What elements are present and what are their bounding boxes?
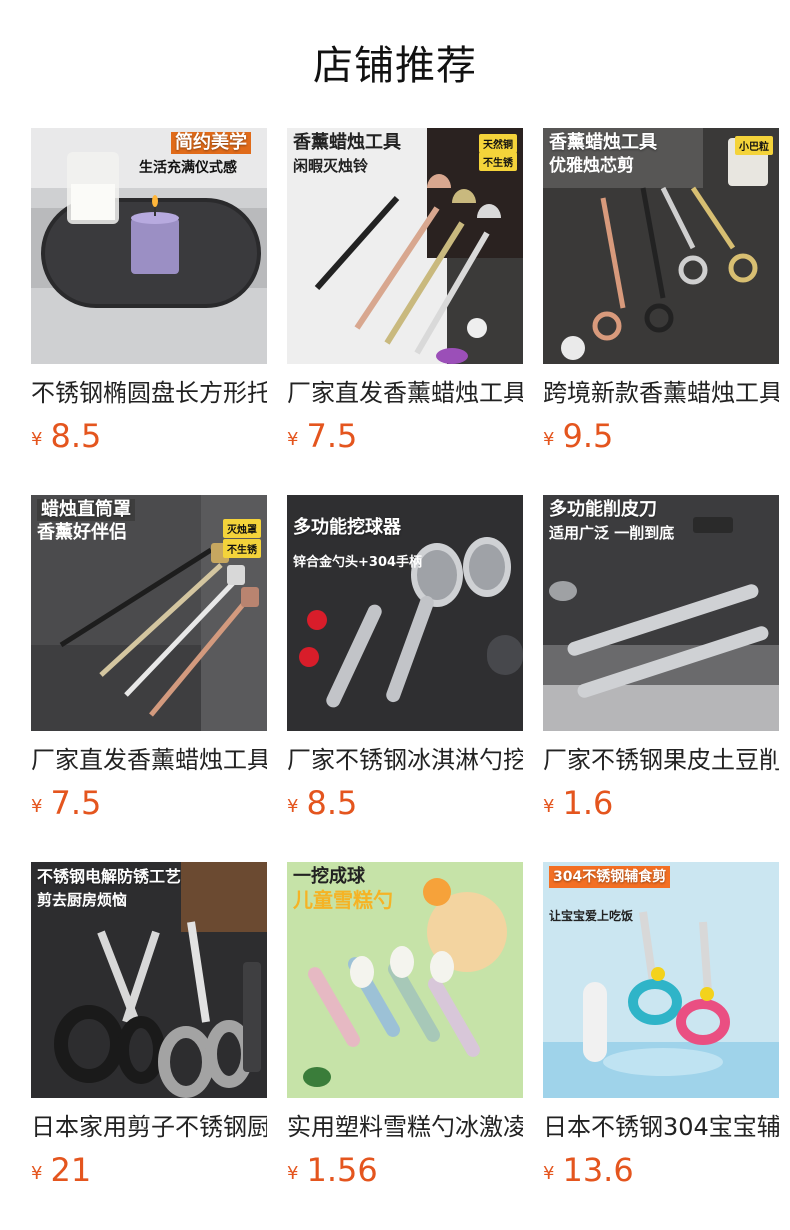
image-tag: 天然铜 <box>479 134 517 153</box>
product-image[interactable]: 多功能削皮刀 适用广泛 一削到底 <box>543 495 779 731</box>
image-banner-text: 一挖成球 <box>293 866 365 887</box>
product-name[interactable]: 厂家不锈钢果皮土豆削皮刀 <box>543 743 779 777</box>
product-name[interactable]: 日本不锈钢304宝宝辅食剪 <box>543 1110 779 1144</box>
product-name[interactable]: 厂家直发香薰蜡烛工具灭烛铃 <box>287 376 523 410</box>
image-tag: 不生锈 <box>479 152 517 171</box>
image-subtitle-text: 锌合金勺头+304手柄 <box>293 555 423 570</box>
image-banner-text: 多功能削皮刀 <box>549 499 657 520</box>
product-card[interactable]: 香薰蜡烛工具 闲暇灭烛铃 天然铜 不生锈 厂家直发香薰蜡烛工具灭烛铃 ¥7.5 <box>287 128 523 495</box>
product-card[interactable]: 简约美学 生活充满仪式感 不锈钢椭圆盘长方形托盘 ¥8.5 <box>31 128 267 495</box>
currency-symbol: ¥ <box>287 1163 299 1184</box>
image-banner-text: 香薰蜡烛工具 <box>549 132 657 153</box>
product-price: ¥9.5 <box>543 416 779 456</box>
price-value: 21 <box>50 1151 92 1189</box>
price-value: 7.5 <box>306 417 358 455</box>
image-banner-text: 香薰蜡烛工具 <box>293 132 401 153</box>
currency-symbol: ¥ <box>31 429 43 450</box>
price-value: 13.6 <box>562 1151 634 1189</box>
product-image[interactable]: 蜡烛直筒罩 香薰好伴侣 灭烛罩 不生锈 <box>31 495 267 731</box>
product-image[interactable]: 香薰蜡烛工具 闲暇灭烛铃 天然铜 不生锈 <box>287 128 523 364</box>
product-grid: 简约美学 生活充满仪式感 不锈钢椭圆盘长方形托盘 ¥8.5 <box>31 128 779 1229</box>
currency-symbol: ¥ <box>543 1163 555 1184</box>
product-image[interactable]: 简约美学 生活充满仪式感 <box>31 128 267 364</box>
image-banner-text: 简约美学 <box>171 132 251 154</box>
product-price: ¥13.6 <box>543 1150 779 1190</box>
page-title: 店铺推荐 <box>313 43 477 89</box>
product-name[interactable]: 不锈钢椭圆盘长方形托盘 <box>31 376 267 410</box>
product-image[interactable]: 一挖成球 儿童雪糕勺 <box>287 862 523 1098</box>
product-price: ¥8.5 <box>31 416 267 456</box>
currency-symbol: ¥ <box>543 429 555 450</box>
product-card[interactable]: 一挖成球 儿童雪糕勺 实用塑料雪糕勺冰激凌勺 ¥1.56 <box>287 862 523 1229</box>
product-card[interactable]: 多功能挖球器 锌合金勺头+304手柄 厂家不锈钢冰淇淋勺挖球器 ¥8.5 <box>287 495 523 862</box>
image-subtitle-text: 剪去厨房烦恼 <box>37 891 128 909</box>
currency-symbol: ¥ <box>543 796 555 817</box>
product-price: ¥7.5 <box>287 416 523 456</box>
price-value: 9.5 <box>562 417 614 455</box>
product-name[interactable]: 厂家不锈钢冰淇淋勺挖球器 <box>287 743 523 777</box>
product-card[interactable]: 不锈钢电解防锈工艺 剪去厨房烦恼 日本家用剪子不锈钢厨房剪刀 ¥21 <box>31 862 267 1229</box>
product-price: ¥7.5 <box>31 783 267 823</box>
product-name[interactable]: 日本家用剪子不锈钢厨房剪刀 <box>31 1110 267 1144</box>
image-banner-text: 蜡烛直筒罩 <box>37 499 135 521</box>
price-value: 1.6 <box>562 784 614 822</box>
product-name[interactable]: 跨境新款香薰蜡烛工具剪 <box>543 376 779 410</box>
price-value: 1.56 <box>306 1151 378 1189</box>
product-image[interactable]: 香薰蜡烛工具 优雅烛芯剪 小巴粒 <box>543 128 779 364</box>
product-price: ¥21 <box>31 1150 267 1190</box>
product-name[interactable]: 实用塑料雪糕勺冰激凌勺 <box>287 1110 523 1144</box>
product-image[interactable]: 多功能挖球器 锌合金勺头+304手柄 <box>287 495 523 731</box>
product-card[interactable]: 304不锈钢辅食剪 让宝宝爱上吃饭 日本不锈钢304宝宝辅食剪 ¥13.6 <box>543 862 779 1229</box>
product-price: ¥1.6 <box>543 783 779 823</box>
image-subtitle-text: 闲暇灭烛铃 <box>293 157 369 175</box>
price-value: 7.5 <box>50 784 102 822</box>
image-subtitle-text: 让宝宝爱上吃饭 <box>549 909 634 923</box>
product-card[interactable]: 香薰蜡烛工具 优雅烛芯剪 小巴粒 跨境新款香薰蜡烛工具剪 ¥9.5 <box>543 128 779 495</box>
product-card[interactable]: 多功能削皮刀 适用广泛 一削到底 厂家不锈钢果皮土豆削皮刀 ¥1.6 <box>543 495 779 862</box>
price-value: 8.5 <box>50 417 102 455</box>
image-banner-text: 多功能挖球器 <box>293 517 401 538</box>
currency-symbol: ¥ <box>31 796 43 817</box>
product-price: ¥8.5 <box>287 783 523 823</box>
product-image[interactable]: 304不锈钢辅食剪 让宝宝爱上吃饭 <box>543 862 779 1098</box>
currency-symbol: ¥ <box>287 796 299 817</box>
currency-symbol: ¥ <box>31 1163 43 1184</box>
currency-symbol: ¥ <box>287 429 299 450</box>
product-name[interactable]: 厂家直发香薰蜡烛工具灭烛罩 <box>31 743 267 777</box>
image-tag: 灭烛罩 <box>223 519 261 538</box>
price-value: 8.5 <box>306 784 358 822</box>
image-tag: 小巴粒 <box>735 136 773 155</box>
image-subtitle-text: 生活充满仪式感 <box>139 160 237 176</box>
image-tag: 不生锈 <box>223 539 261 558</box>
image-banner-text: 不锈钢电解防锈工艺 <box>37 867 182 886</box>
product-price: ¥1.56 <box>287 1150 523 1190</box>
image-subtitle-text: 优雅烛芯剪 <box>549 156 634 176</box>
image-subtitle-text: 适用广泛 一削到底 <box>549 524 675 542</box>
product-image[interactable]: 不锈钢电解防锈工艺 剪去厨房烦恼 <box>31 862 267 1098</box>
product-card[interactable]: 蜡烛直筒罩 香薰好伴侣 灭烛罩 不生锈 厂家直发香薰蜡烛工具灭烛罩 ¥7.5 <box>31 495 267 862</box>
image-subtitle-text: 儿童雪糕勺 <box>293 888 393 912</box>
image-banner-text: 304不锈钢辅食剪 <box>549 866 671 888</box>
image-subtitle-text: 香薰好伴侣 <box>37 522 127 543</box>
